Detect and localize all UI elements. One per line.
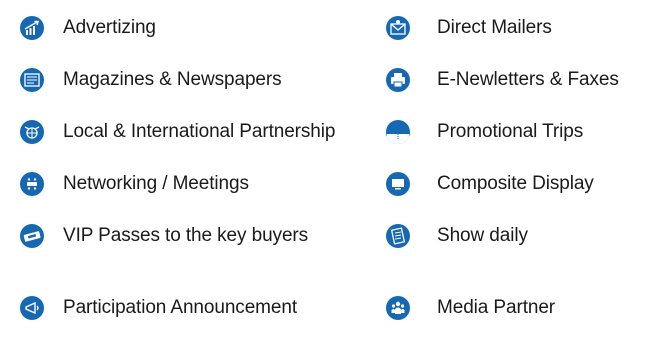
umbrella-icon — [386, 120, 410, 144]
list-item-announcement: Participation Announcement — [20, 290, 297, 326]
item-label: Media Partner — [437, 297, 556, 318]
item-label: Advertizing — [63, 17, 156, 38]
item-label: Local & International Partnership — [63, 121, 336, 142]
item-label: Networking / Meetings — [63, 173, 249, 194]
list-item-promotional-trips: Promotional Trips — [386, 114, 583, 150]
item-label: Show daily — [437, 225, 528, 246]
monitor-icon — [386, 172, 410, 196]
bar-chart-icon — [20, 16, 44, 40]
megaphone-icon — [20, 296, 44, 320]
item-label: Participation Announcement — [63, 297, 298, 318]
item-label: Magazines & Newspapers — [63, 69, 282, 90]
list-item-e-newletters: E-Newletters & Faxes — [386, 62, 619, 98]
list-item-composite-display: Composite Display — [386, 166, 594, 202]
item-label: Direct Mailers — [437, 17, 552, 38]
item-label: Composite Display — [437, 173, 594, 194]
globe-partnership-icon — [20, 120, 44, 144]
list-item-show-daily: Show daily — [386, 218, 528, 254]
list-item-vip-passes: VIP Passes to the key buyers — [20, 218, 308, 254]
list-item-media-partner: Media Partner — [386, 290, 555, 326]
list-item-advertizing: Advertizing — [20, 10, 156, 46]
newsletter-icon — [386, 224, 410, 248]
meeting-table-icon — [20, 172, 44, 196]
item-label: VIP Passes to the key buyers — [63, 225, 309, 246]
fax-icon — [386, 68, 410, 92]
list-item-networking: Networking / Meetings — [20, 166, 249, 202]
ticket-icon — [20, 224, 44, 248]
people-icon — [386, 296, 410, 320]
list-item-partnership: Local & International Partnership — [20, 114, 335, 150]
list-item-direct-mailers: Direct Mailers — [386, 10, 552, 46]
item-label: Promotional Trips — [437, 121, 584, 142]
newspaper-icon — [20, 68, 44, 92]
list-item-magazines: Magazines & Newspapers — [20, 62, 282, 98]
envelope-icon — [386, 16, 410, 40]
item-label: E-Newletters & Faxes — [437, 69, 619, 90]
